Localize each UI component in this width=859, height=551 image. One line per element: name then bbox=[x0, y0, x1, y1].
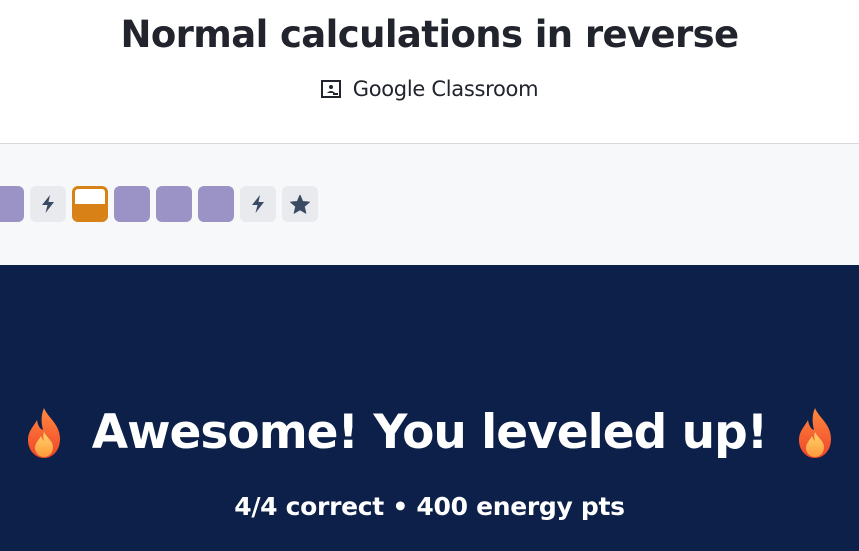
progress-step-energy[interactable] bbox=[30, 186, 66, 222]
progress-step-completed[interactable] bbox=[198, 186, 234, 222]
google-classroom-label: Google Classroom bbox=[352, 77, 539, 101]
fire-icon bbox=[27, 408, 60, 458]
progress-track bbox=[0, 186, 318, 222]
progress-step-energy[interactable] bbox=[240, 186, 276, 222]
progress-step-current[interactable] bbox=[72, 186, 108, 222]
level-up-banner: Awesome! You leveled up! 4/4 correct • 4… bbox=[0, 265, 859, 551]
progress-step-completed[interactable] bbox=[156, 186, 192, 222]
google-classroom-button[interactable]: Google Classroom bbox=[0, 74, 859, 104]
progress-step-completed[interactable] bbox=[0, 186, 24, 222]
page-title: Normal calculations in reverse bbox=[120, 13, 739, 56]
lightning-icon bbox=[42, 195, 54, 213]
progress-step-mastery[interactable] bbox=[282, 186, 318, 222]
page-header: Normal calculations in reverse Google Cl… bbox=[0, 0, 859, 143]
fire-icon bbox=[799, 408, 832, 458]
level-up-title: Awesome! You leveled up! bbox=[91, 405, 768, 460]
progress-step-completed[interactable] bbox=[114, 186, 150, 222]
star-icon bbox=[290, 194, 310, 214]
google-classroom-icon bbox=[320, 80, 341, 98]
progress-strip bbox=[0, 144, 859, 265]
score-summary: 4/4 correct • 400 energy pts bbox=[234, 492, 625, 521]
level-up-headline: Awesome! You leveled up! bbox=[0, 403, 859, 463]
lightning-icon bbox=[252, 195, 264, 213]
current-step-fill bbox=[75, 204, 105, 219]
